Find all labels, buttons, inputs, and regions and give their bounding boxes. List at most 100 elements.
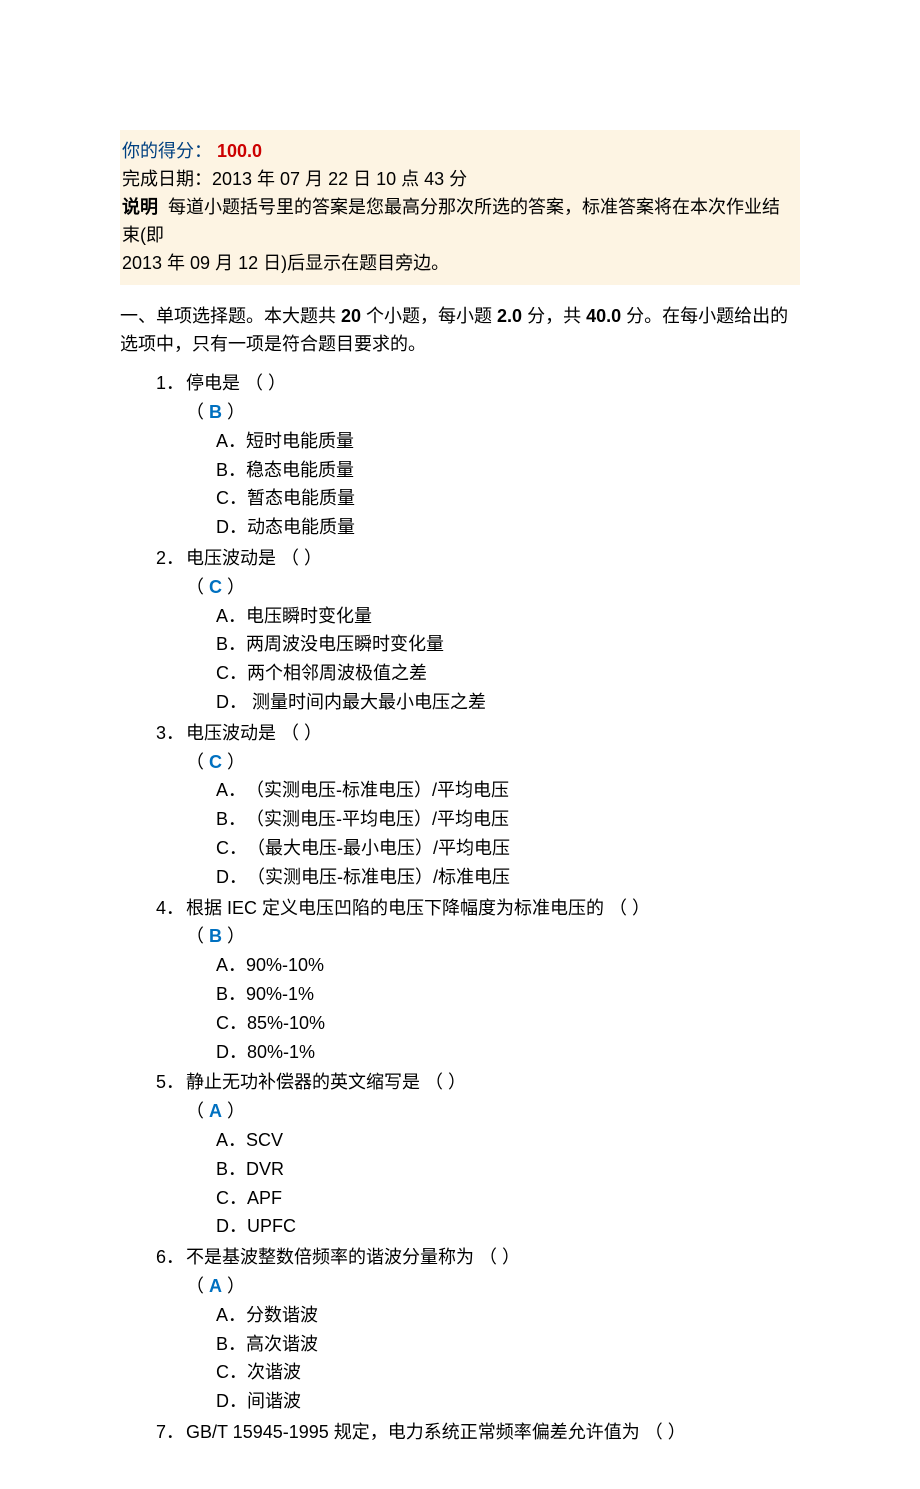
option-label: C． <box>216 834 247 863</box>
answer-letter: A <box>209 1101 222 1121</box>
option-item: C．次谐波 <box>216 1358 800 1387</box>
option-text: SCV <box>246 1130 283 1150</box>
option-item: D．间谐波 <box>216 1387 800 1416</box>
option-text: 电压瞬时变化量 <box>246 606 372 626</box>
option-item: A．（实测电压-标准电压）/平均电压 <box>216 776 800 805</box>
option-label: D． <box>216 863 247 892</box>
option-text: 高次谐波 <box>246 1334 318 1354</box>
option-item: A．短时电能质量 <box>216 427 800 456</box>
options-list: A．（实测电压-标准电压）/平均电压B．（实测电压-平均电压）/平均电压C．（最… <box>156 776 800 891</box>
option-label: A． <box>216 602 246 631</box>
options-list: A．SCVB．DVRC．APFD．UPFC <box>156 1126 800 1241</box>
option-item: C．APF <box>216 1184 800 1213</box>
score-label: 你的得分： <box>122 141 212 161</box>
options-list: A．电压瞬时变化量B．两周波没电压瞬时变化量C．两个相邻周波极值之差D． 测量时… <box>156 602 800 717</box>
option-text: 暂态电能质量 <box>247 488 355 508</box>
answer-letter: B <box>209 926 222 946</box>
option-item: A．电压瞬时变化量 <box>216 602 800 631</box>
question-item: 3．电压波动是 （ ）（ C ）A．（实测电压-标准电压）/平均电压B．（实测电… <box>156 719 800 892</box>
option-label: D． <box>216 1038 247 1067</box>
options-list: A．分数谐波B．高次谐波C．次谐波D．间谐波 <box>156 1301 800 1416</box>
completion-prefix: 完成日期： <box>122 169 212 189</box>
answer-line: （ A ） <box>156 1097 800 1126</box>
question-item: 1．停电是 （ ）（ B ）A．短时电能质量B．稳态电能质量C．暂态电能质量D．… <box>156 369 800 542</box>
note-line-1: 说明 每道小题括号里的答案是您最高分那次所选的答案，标准答案将在本次作业结束(即 <box>122 194 788 250</box>
question-head: 2．电压波动是 （ ） <box>156 544 800 573</box>
option-item: B．稳态电能质量 <box>216 456 800 485</box>
option-label: B． <box>216 980 246 1009</box>
option-text: （实测电压-平均电压）/平均电压 <box>246 809 509 829</box>
score-value: 100.0 <box>217 141 262 161</box>
answer-line: （ B ） <box>156 922 800 951</box>
answer-letter: A <box>209 1276 222 1296</box>
option-item: D．80%-1% <box>216 1038 800 1067</box>
question-text: 静止无功补偿器的英文缩写是 （ ） <box>186 1068 800 1097</box>
option-text: （最大电压-最小电压）/平均电压 <box>247 838 510 858</box>
option-text: 85%-10% <box>247 1013 325 1033</box>
option-text: （实测电压-标准电压）/平均电压 <box>246 780 509 800</box>
option-item: D． 测量时间内最大最小电压之差 <box>216 688 800 717</box>
option-item: B．高次谐波 <box>216 1330 800 1359</box>
option-label: B． <box>216 805 246 834</box>
option-text: UPFC <box>247 1216 296 1236</box>
option-label: A． <box>216 1126 246 1155</box>
option-text: （实测电压-标准电压）/标准电压 <box>247 867 510 887</box>
question-text: 电压波动是 （ ） <box>186 544 800 573</box>
option-item: C．（最大电压-最小电压）/平均电压 <box>216 834 800 863</box>
question-text: 电压波动是 （ ） <box>186 719 800 748</box>
options-list: A．短时电能质量B．稳态电能质量C．暂态电能质量D．动态电能质量 <box>156 427 800 542</box>
question-number: 2． <box>156 544 186 573</box>
option-item: C．暂态电能质量 <box>216 484 800 513</box>
option-text: 动态电能质量 <box>247 517 355 537</box>
question-head: 1．停电是 （ ） <box>156 369 800 398</box>
option-text: APF <box>247 1188 282 1208</box>
info-box: 你的得分： 100.0 完成日期：2013 年 07 月 22 日 10 点 4… <box>120 130 800 285</box>
option-text: 90%-10% <box>246 955 324 975</box>
option-label: C． <box>216 1358 247 1387</box>
option-text: 间谐波 <box>247 1391 301 1411</box>
question-item: 5．静止无功补偿器的英文缩写是 （ ）（ A ）A．SCVB．DVRC．APFD… <box>156 1068 800 1241</box>
option-item: A．SCV <box>216 1126 800 1155</box>
question-number: 6． <box>156 1243 186 1272</box>
option-text: 90%-1% <box>246 984 314 1004</box>
question-item: 4．根据 IEC 定义电压凹陷的电压下降幅度为标准电压的 （ ）（ B ）A．9… <box>156 894 800 1067</box>
note-label: 说明 <box>122 197 158 217</box>
option-label: D． <box>216 688 247 717</box>
option-label: B． <box>216 1330 246 1359</box>
option-label: A． <box>216 776 246 805</box>
option-item: D．（实测电压-标准电压）/标准电压 <box>216 863 800 892</box>
option-label: A． <box>216 1301 246 1330</box>
page-container: 你的得分： 100.0 完成日期：2013 年 07 月 22 日 10 点 4… <box>0 0 920 1489</box>
note-line-2: 2013 年 09 月 12 日)后显示在题目旁边。 <box>122 250 788 278</box>
option-text: 测量时间内最大最小电压之差 <box>247 692 486 712</box>
option-item: B．（实测电压-平均电压）/平均电压 <box>216 805 800 834</box>
question-head: 3．电压波动是 （ ） <box>156 719 800 748</box>
option-item: C．85%-10% <box>216 1009 800 1038</box>
option-label: B． <box>216 630 246 659</box>
option-item: D．UPFC <box>216 1212 800 1241</box>
answer-line: （ B ） <box>156 398 800 427</box>
options-list: A．90%-10%B．90%-1% C．85%-10%D．80%-1% <box>156 951 800 1066</box>
question-item: 2．电压波动是 （ ）（ C ）A．电压瞬时变化量B．两周波没电压瞬时变化量C．… <box>156 544 800 717</box>
completion-date: 2013 年 07 月 22 日 10 点 43 分 <box>212 169 467 189</box>
question-number: 7． <box>156 1418 186 1447</box>
option-text: DVR <box>246 1159 284 1179</box>
option-text: 次谐波 <box>247 1362 301 1382</box>
completion-line: 完成日期：2013 年 07 月 22 日 10 点 43 分 <box>122 166 788 194</box>
note-text-1: 每道小题括号里的答案是您最高分那次所选的答案，标准答案将在本次作业结束(即 <box>122 197 780 245</box>
option-label: A． <box>216 951 246 980</box>
question-number: 5． <box>156 1068 186 1097</box>
question-head: 6．不是基波整数倍频率的谐波分量称为 （ ） <box>156 1243 800 1272</box>
option-text: 短时电能质量 <box>246 431 354 451</box>
option-item: D．动态电能质量 <box>216 513 800 542</box>
answer-line: （ C ） <box>156 573 800 602</box>
section-points-each: 2.0 <box>497 306 522 326</box>
option-text: 80%-1% <box>247 1042 315 1062</box>
option-label: B． <box>216 456 246 485</box>
option-item: A．分数谐波 <box>216 1301 800 1330</box>
option-item: C．两个相邻周波极值之差 <box>216 659 800 688</box>
question-head: 5．静止无功补偿器的英文缩写是 （ ） <box>156 1068 800 1097</box>
answer-letter: C <box>209 752 222 772</box>
question-text: 停电是 （ ） <box>186 369 800 398</box>
option-label: D． <box>216 513 247 542</box>
